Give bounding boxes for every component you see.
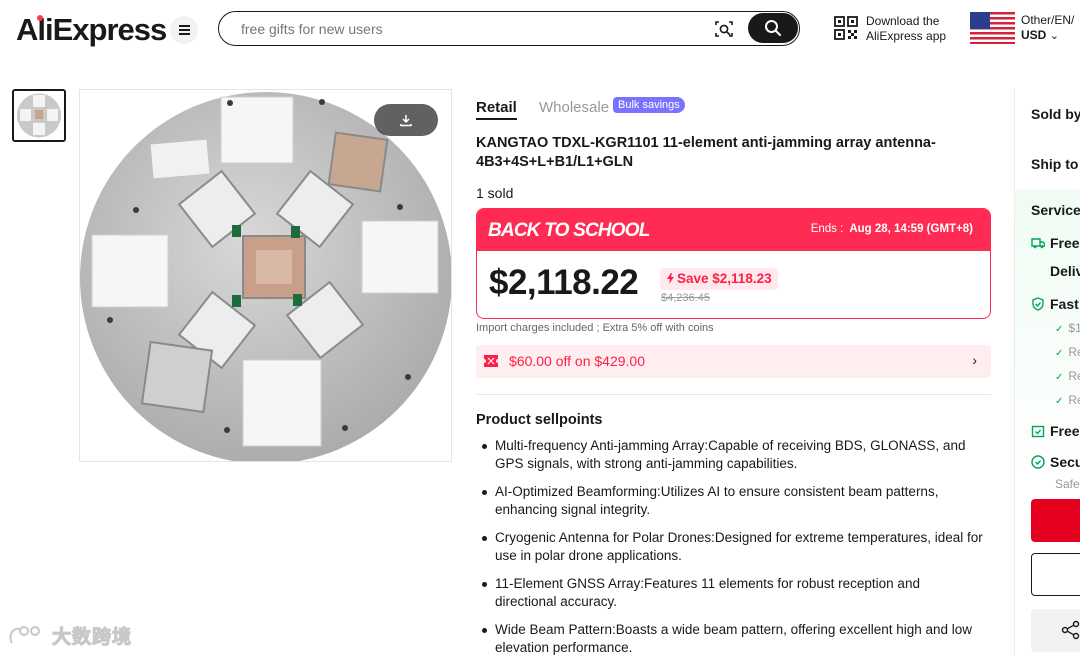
check-icon: ✓ (1055, 372, 1064, 383)
promo-ends: Ends : Aug 28, 14:59 (GMT+8) (811, 223, 973, 235)
tab-wholesale[interactable]: Wholesale (539, 99, 609, 116)
promo-price-card: BACK TO SCHOOL Ends : Aug 28, 14:59 (GMT+… (476, 208, 991, 319)
fast-sub-2: ✓ Re (1055, 345, 1080, 359)
watermark: 大数跨境 (8, 622, 132, 648)
us-flag-icon (970, 12, 1015, 44)
chevron-right-icon: › (972, 352, 977, 368)
service-section: Service (1015, 189, 1080, 489)
secure-payment-label: Secu (1050, 454, 1080, 470)
qr-code-icon (834, 16, 858, 40)
promo-name: BACK TO SCHOOL (488, 220, 650, 241)
divider (476, 394, 991, 395)
free-shipping-label: Free (1050, 235, 1080, 251)
safe-text: Safe (1055, 477, 1080, 491)
product-thumbnail[interactable] (12, 89, 66, 142)
sellpoint-item: Wide Beam Pattern:Boasts a wide beam pat… (480, 621, 985, 656)
add-to-cart-button[interactable] (1031, 553, 1080, 596)
thumbnail-image (14, 91, 64, 140)
product-title: KANGTAO TDXL-KGR1101 11-element anti-jam… (476, 135, 936, 170)
free-returns-row[interactable]: Free (1031, 423, 1080, 439)
coupon-bar[interactable]: $60.00 off on $429.00 › (476, 345, 991, 378)
watermark-logo-icon (9, 626, 40, 644)
sellpoints-title: Product sellpoints (476, 412, 603, 428)
ship-to-label[interactable]: Ship to (1031, 156, 1078, 172)
app-download-line2: AliExpress app (866, 29, 947, 43)
purchase-panel: Sold by Ship to Service Free Deliv Fast … (1014, 89, 1080, 656)
search-icon (765, 20, 781, 36)
save-amount: Save $2,118.23 (677, 271, 772, 286)
image-search-icon[interactable] (713, 18, 735, 40)
bulk-savings-badge: Bulk savings (613, 97, 685, 113)
return-box-icon (1031, 425, 1045, 438)
shield-check-icon (1032, 297, 1044, 311)
locale-language: Other/EN/ (1021, 13, 1075, 27)
sellpoint-item: Multi-frequency Anti-jamming Array:Capab… (480, 437, 985, 473)
fast-sub-1: ✓ $1 (1055, 321, 1080, 335)
watermark-text: 大数跨境 (51, 626, 133, 648)
delivery-label: Deliv (1050, 263, 1080, 279)
app-download-link[interactable]: Download the AliExpress app (834, 14, 959, 46)
fast-sub-2-text: Re (1068, 345, 1080, 359)
fast-sub-4: ✓ Re (1055, 393, 1080, 407)
promo-ends-label: Ends : (810, 223, 844, 235)
promo-ends-value: Aug 28, 14:59 (GMT+8) (849, 223, 973, 235)
buy-now-button[interactable] (1031, 499, 1080, 542)
chevron-down-icon: ⌄ (1049, 30, 1059, 42)
truck-icon (1031, 238, 1045, 249)
check-icon: ✓ (1055, 396, 1064, 407)
fast-sub-3: ✓ Re (1055, 369, 1080, 383)
original-price: $4,236.45 (661, 292, 710, 304)
fast-sub-4-text: Re (1068, 393, 1080, 407)
save-badge: Save $2,118.23 (660, 268, 778, 290)
share-icon (1061, 620, 1080, 640)
antenna-array-photo (80, 90, 451, 461)
secure-check-icon (1031, 455, 1045, 469)
locale-currency: USD (1021, 28, 1047, 42)
check-icon: ✓ (1055, 348, 1064, 359)
coupon-text: $60.00 off on $429.00 (509, 353, 645, 369)
flame-icon (667, 273, 674, 284)
logo-dot (37, 15, 43, 21)
fast-delivery-label: Fast (1050, 296, 1079, 312)
coupon-icon (484, 355, 498, 367)
main-product-image[interactable] (79, 89, 452, 462)
locale-selector[interactable]: Other/EN/ USD ⌄ (970, 12, 1080, 46)
sold-by-label[interactable]: Sold by (1031, 106, 1080, 122)
fast-delivery-row[interactable]: Fast (1031, 296, 1079, 312)
free-shipping-row[interactable]: Free (1031, 235, 1080, 251)
promo-banner: BACK TO SCHOOL Ends : Aug 28, 14:59 (GMT+… (477, 209, 990, 251)
sold-count: 1 sold (476, 185, 514, 201)
service-title: Service (1031, 202, 1080, 218)
sellpoint-item: AI-Optimized Beamforming:Utilizes AI to … (480, 483, 985, 519)
tab-retail[interactable]: Retail (476, 99, 517, 120)
search-bar (218, 11, 800, 46)
aliexpress-logo[interactable]: AliExpress (16, 12, 167, 48)
app-download-line1: Download the (866, 14, 940, 28)
search-input[interactable] (241, 20, 701, 38)
import-charges-note: Import charges included ; Extra 5% off w… (476, 322, 714, 334)
search-button[interactable] (748, 13, 798, 43)
download-icon (400, 115, 412, 127)
download-image-button[interactable] (374, 104, 438, 136)
sellpoint-item: 11-Element GNSS Array:Features 11 elemen… (480, 575, 985, 611)
secure-payment-row[interactable]: Secu (1031, 454, 1080, 470)
share-button[interactable] (1031, 609, 1080, 652)
sellpoint-item: Cryogenic Antenna for Polar Drones:Desig… (480, 529, 985, 565)
menu-icon[interactable] (170, 16, 198, 44)
sellpoints-list: Multi-frequency Anti-jamming Array:Capab… (480, 437, 985, 656)
current-price: $2,118.22 (489, 263, 639, 302)
fast-sub-3-text: Re (1068, 369, 1080, 383)
check-icon: ✓ (1055, 324, 1064, 335)
fast-sub-1-text: $1 (1068, 321, 1080, 335)
free-returns-label: Free (1050, 423, 1080, 439)
top-header: AliExpress free gifts for new users Down… (0, 0, 1080, 60)
